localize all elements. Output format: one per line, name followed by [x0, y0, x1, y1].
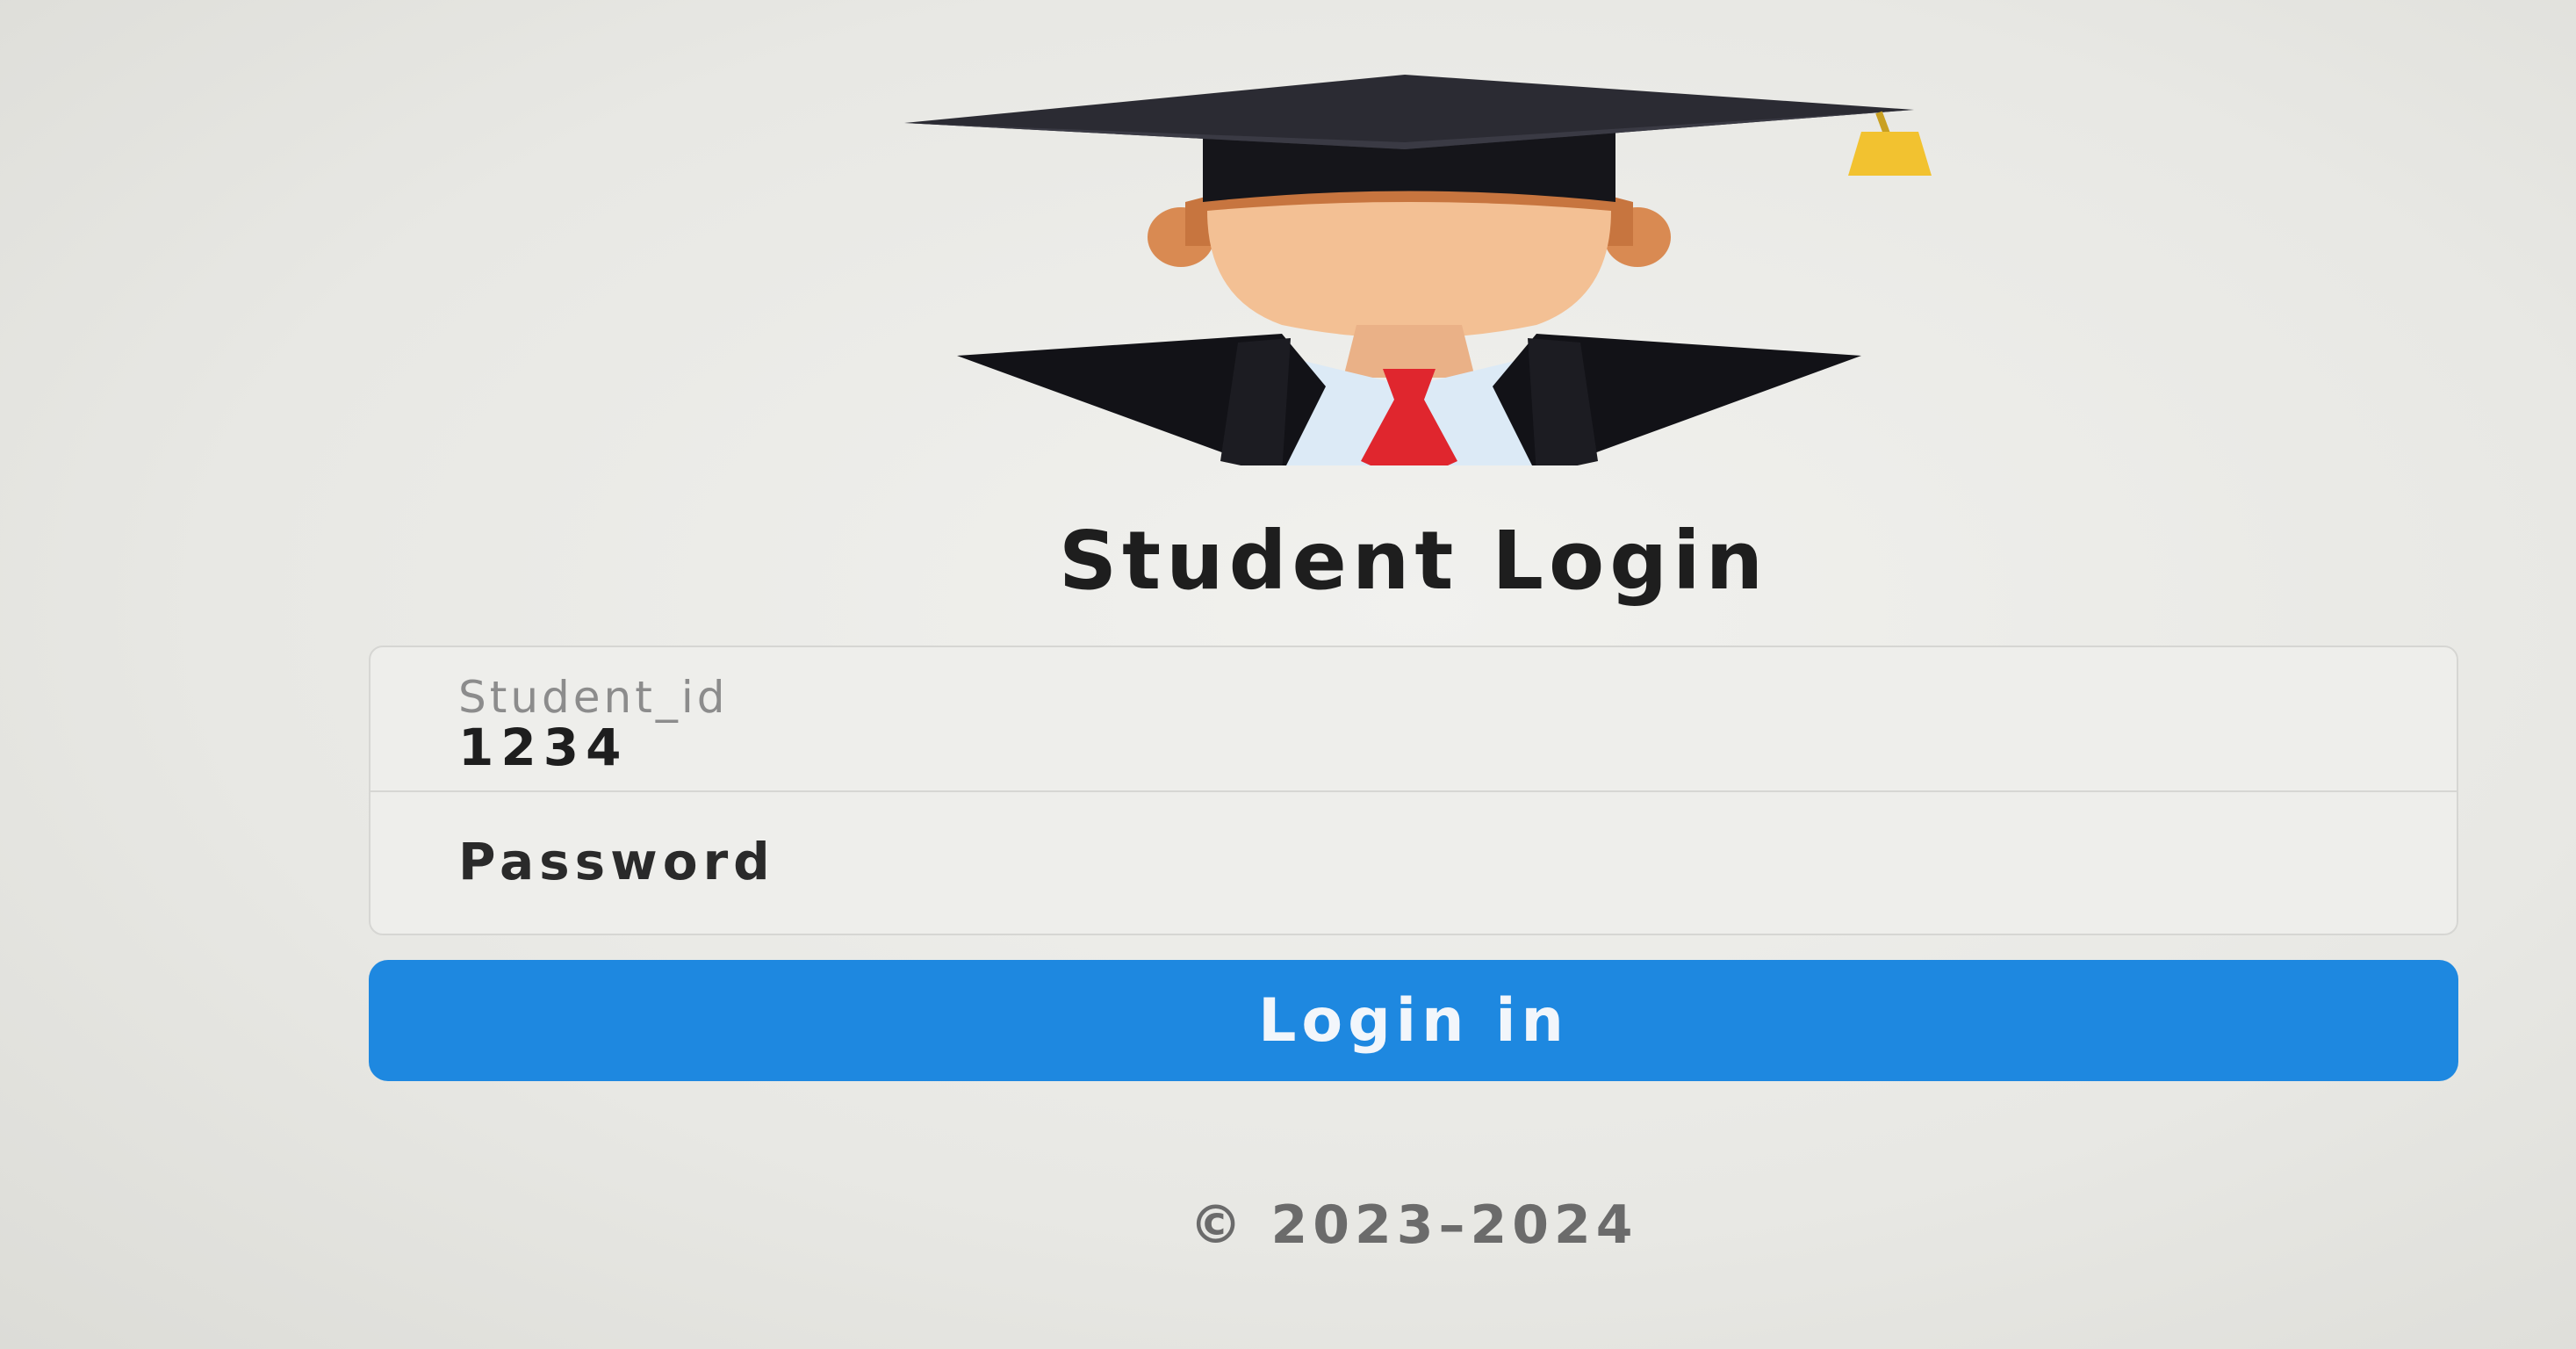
- login-button[interactable]: Login in: [369, 960, 2458, 1081]
- login-page: Student Login Student_id Login in © 2023…: [0, 0, 2576, 1349]
- student-id-input[interactable]: [458, 718, 2302, 777]
- student-id-field[interactable]: Student_id: [371, 647, 2457, 792]
- page-title: Student Login: [1058, 514, 1769, 608]
- copyright-text: © 2023–2024: [1189, 1194, 1638, 1256]
- graduate-student-icon: [904, 75, 1932, 465]
- login-form: Student_id: [369, 646, 2458, 935]
- password-field[interactable]: [371, 792, 2457, 935]
- student-id-label: Student_id: [458, 672, 729, 723]
- password-input[interactable]: [458, 832, 2302, 891]
